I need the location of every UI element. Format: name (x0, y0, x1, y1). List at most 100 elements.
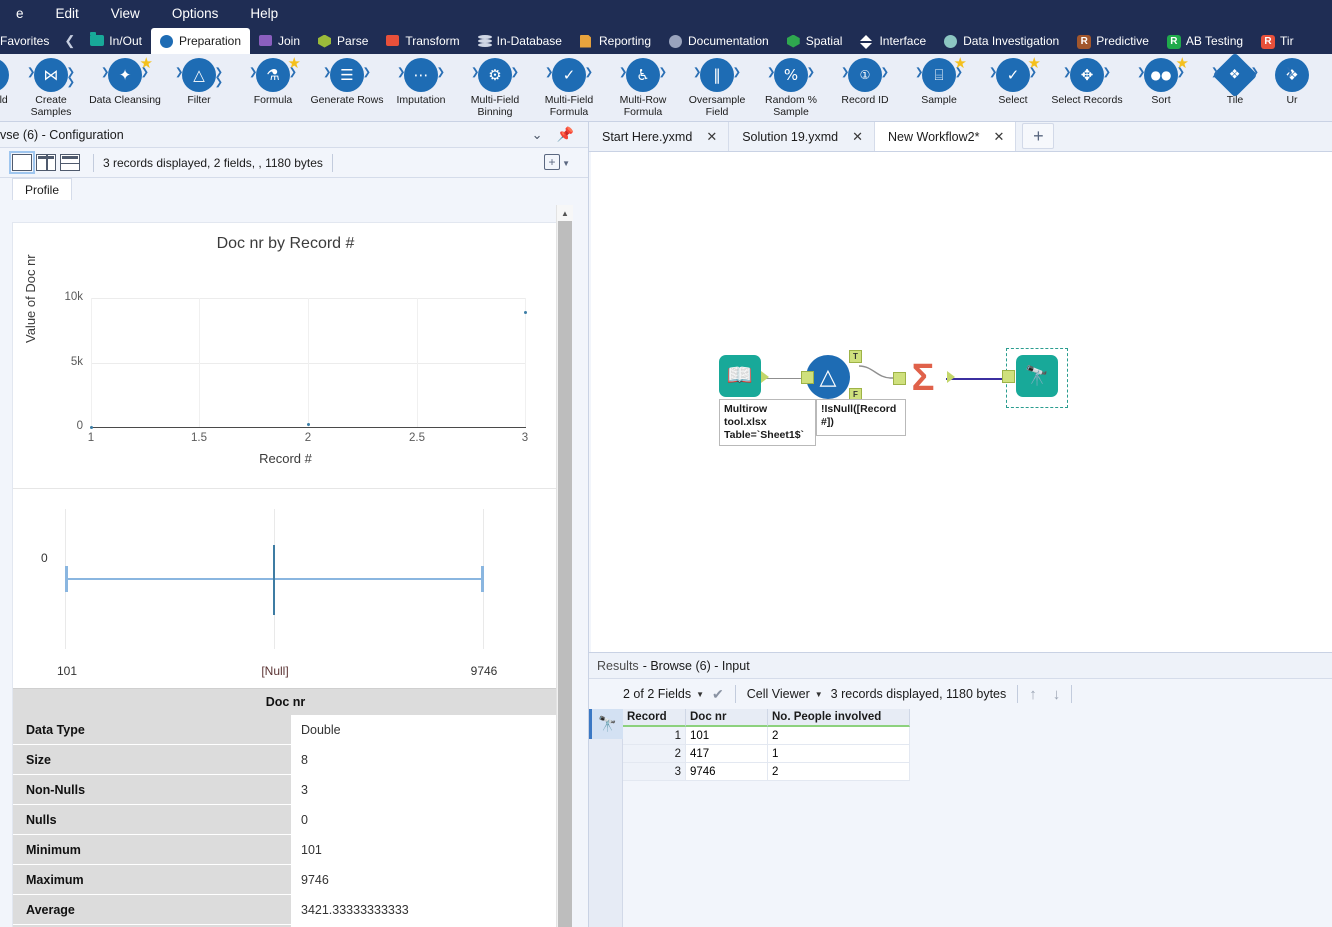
create-samples-icon: ⋈ (34, 58, 68, 92)
tool-tile[interactable]: ❖ ❯ ❯ Tile (1198, 54, 1272, 121)
pin-icon[interactable]: 📌 (557, 126, 574, 143)
node-filter[interactable]: △ T F (801, 350, 862, 401)
add-box-icon[interactable]: + (544, 154, 560, 170)
check-icon[interactable]: ✔ (712, 686, 724, 703)
workflow-tab-start-here[interactable]: Start Here.yxmd ✕ (589, 122, 730, 151)
tool-random-pct-sample[interactable]: % ❯ ❯ Random % Sample (754, 54, 828, 121)
viewer-selector-label[interactable]: Cell Viewer (747, 687, 810, 701)
tool-sample[interactable]: ⌸ ★ ❯ ❯ Sample (902, 54, 976, 121)
tool-multi-row-formula[interactable]: ♿ ❯ ❯ Multi-Row Formula (606, 54, 680, 121)
tool-generate-rows[interactable]: ☰ ❯ ❯ Generate Rows (310, 54, 384, 121)
chevron-down-icon[interactable]: ▼ (696, 690, 704, 699)
gridline-x-2 (308, 298, 309, 428)
results-status-text: 3 records displayed, 1180 bytes (830, 687, 1007, 701)
tool-imputation[interactable]: ⋯ ❯ ❯ Imputation (384, 54, 458, 121)
scroll-up-icon[interactable]: ▲ (557, 205, 573, 221)
chevron-right-icon: ❯ (1211, 67, 1220, 78)
tool-label: Sample (921, 94, 957, 106)
ribbon-tab-predictive[interactable]: R Predictive (1068, 28, 1158, 54)
column-header-doc-nr[interactable]: Doc nr (686, 709, 768, 727)
workflow-tab-label: Solution 19.yxmd (742, 129, 839, 144)
ribbon-tab-spatial[interactable]: Spatial (778, 28, 852, 54)
tool-formula[interactable]: ⚗ ★ ❯ ❯ Formula (236, 54, 310, 121)
annotation-line: tool.xlsx (724, 416, 767, 428)
tool-label: Ur (1286, 94, 1298, 106)
ribbon-tab-ab-testing[interactable]: R AB Testing (1158, 28, 1252, 54)
ribbon-tab-parse[interactable]: Parse (309, 28, 377, 54)
ribbon-tab-data-investigation[interactable]: Data Investigation (935, 28, 1068, 54)
tool-record-id[interactable]: ① ❯ ❯ Record ID (828, 54, 902, 121)
tool-filter[interactable]: △ ❯ ❯ ❯ Filter (162, 54, 236, 121)
close-icon[interactable]: ✕ (852, 129, 863, 145)
ribbon-tab-favorites[interactable]: Favorites (0, 28, 58, 54)
imputation-icon: ⋯ (404, 58, 438, 92)
ribbon-tab-reporting[interactable]: Reporting (571, 28, 660, 54)
tool-auto-field[interactable]: ▤ ❯ o Field (0, 54, 14, 121)
arrow-up-icon[interactable]: ↑ (1029, 686, 1037, 703)
ribbon-scroll-left-icon[interactable]: ❮ (58, 28, 81, 54)
arrow-down-icon[interactable]: ↓ (1053, 686, 1061, 703)
table-row[interactable]: 3 9746 2 (623, 763, 943, 781)
tool-oversample-field[interactable]: ‖ ❯ ❯ Oversample Field (680, 54, 754, 121)
sort-icon: ●● (1144, 58, 1178, 92)
tool-multi-field-binning[interactable]: ⚙ ❯ ❯ Multi-Field Binning (458, 54, 532, 121)
view-mode-two-row-button[interactable] (60, 154, 80, 171)
tool-select-records[interactable]: ✥ ❯ ❯ Select Records (1050, 54, 1124, 121)
tool-union[interactable]: ❖ ❯ Ur (1272, 54, 1312, 121)
close-icon[interactable]: ✕ (993, 129, 1004, 145)
filter-true-port[interactable]: T (849, 350, 862, 363)
configuration-panel: vse (6) - Configuration ⌄ 📌 3 records di… (0, 122, 589, 927)
menu-item-options[interactable]: Options (156, 0, 235, 28)
range-min-label: 101 (56, 664, 78, 678)
node-summarize[interactable]: Σ (893, 357, 945, 399)
workflow-tab-new-workflow2[interactable]: New Workflow2* ✕ (875, 122, 1017, 151)
configuration-tab-row: Profile (0, 178, 588, 200)
ribbon-tab-join[interactable]: Join (250, 28, 309, 54)
tool-create-samples[interactable]: ⋈ ❯ ❯ ❯ Create Samples (14, 54, 88, 121)
tab-profile[interactable]: Profile (12, 178, 73, 200)
chevron-down-icon[interactable]: ▼ (562, 159, 570, 168)
tool-select[interactable]: ✓ ★ ❯ ❯ Select (976, 54, 1050, 121)
data-point (307, 422, 310, 426)
node-input-data[interactable]: 📖 (719, 355, 761, 397)
fields-selector-label[interactable]: 2 of 2 Fields (623, 687, 691, 701)
ribbon-tab-documentation[interactable]: Documentation (660, 28, 778, 54)
new-workflow-button[interactable]: + (1022, 123, 1055, 149)
chevron-down-icon[interactable]: ⌄ (532, 127, 543, 143)
view-mode-single-button[interactable] (9, 151, 35, 174)
menu-item-edit[interactable]: Edit (40, 0, 95, 28)
results-data-grid[interactable]: Record Doc nr No. People involved 1 101 … (623, 709, 943, 781)
ribbon-tab-time-series[interactable]: R Tir (1252, 28, 1303, 54)
table-row[interactable]: 1 101 2 (623, 727, 943, 745)
close-icon[interactable]: ✕ (706, 129, 717, 145)
ribbon-tab-preparation[interactable]: Preparation (150, 28, 250, 54)
node-browse[interactable]: 🔭 (1002, 355, 1058, 397)
chevron-down-icon[interactable]: ▼ (815, 690, 823, 699)
workflow-tab-solution-19[interactable]: Solution 19.yxmd ✕ (729, 122, 876, 151)
workflow-canvas[interactable]: 📖 △ T F Σ 🔭 Multirow tool.xlsx Table=`Sh… (591, 152, 1332, 652)
chevron-right-icon: ❯ (954, 67, 963, 78)
table-row[interactable]: 2 417 1 (623, 745, 943, 763)
ribbon-tab-in-out[interactable]: In/Out (81, 28, 151, 54)
tool-sort[interactable]: ●● ★ ❯ ❯ Sort (1124, 54, 1198, 121)
menu-item-view[interactable]: View (95, 0, 156, 28)
r-badge-icon: R (1077, 34, 1092, 49)
browse-tool-icon[interactable]: 🔭 (589, 709, 623, 739)
ribbon-tab-transform[interactable]: Transform (377, 28, 468, 54)
menu-item-help[interactable]: Help (234, 0, 294, 28)
configuration-scrollbar[interactable]: ▲ (556, 205, 573, 927)
tool-multi-field-formula[interactable]: ✓ ❯ ❯ Multi-Field Formula (532, 54, 606, 121)
menu-item-file[interactable]: e (0, 0, 40, 28)
chevron-right-icon: ❯ (510, 67, 519, 78)
divider (1017, 685, 1019, 703)
column-header-record[interactable]: Record (623, 709, 686, 727)
scrollbar-thumb[interactable] (558, 221, 572, 927)
ribbon-tab-in-database[interactable]: In-Database (469, 28, 571, 54)
tool-data-cleansing[interactable]: ✦ ★ ❯ ❯ Data Cleansing (88, 54, 162, 121)
chevron-right-icon: ❯ (436, 67, 445, 78)
ribbon-tab-interface[interactable]: Interface (851, 28, 935, 54)
column-header-no-people-involved[interactable]: No. People involved (768, 709, 910, 727)
cell-doc-nr: 417 (686, 745, 768, 763)
tool-label: Select (998, 94, 1028, 106)
view-mode-two-column-button[interactable] (36, 154, 56, 171)
